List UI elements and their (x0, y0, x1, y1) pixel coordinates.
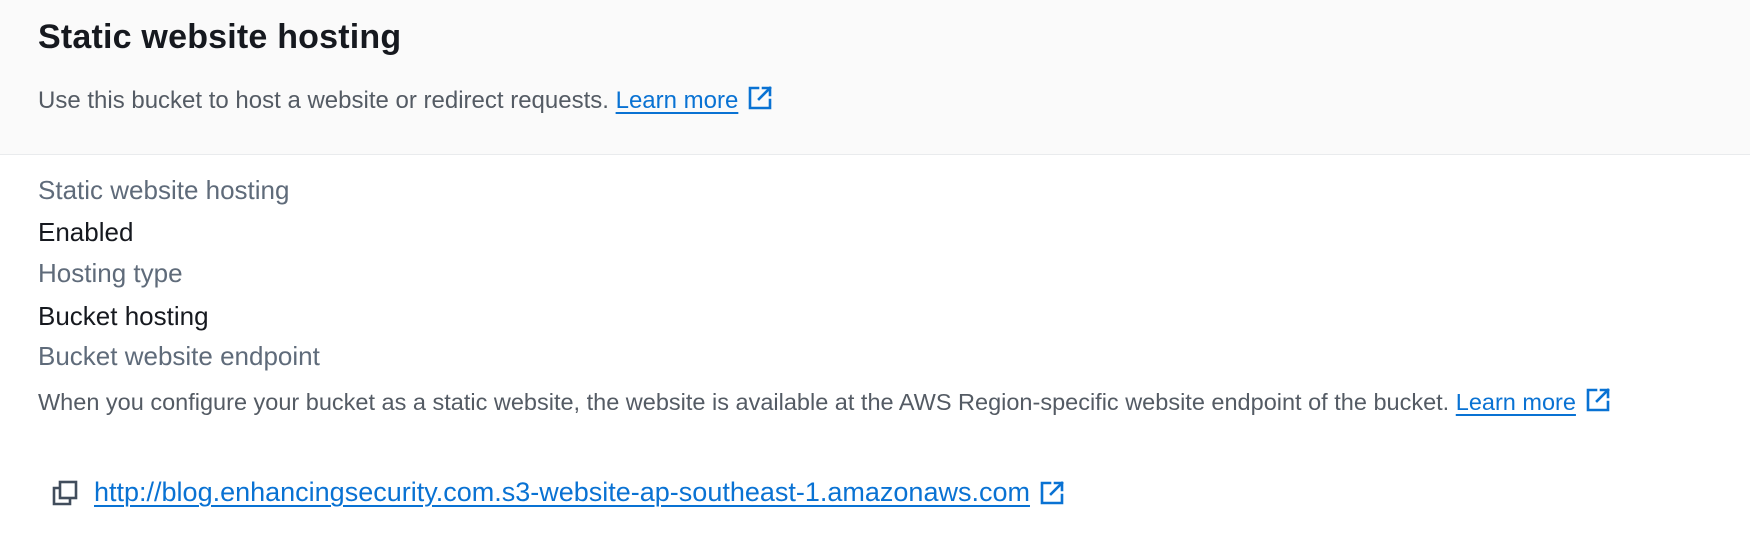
panel-title: Static website hosting (38, 18, 402, 56)
endpoint-row: http://blog.enhancingsecurity.com.s3-web… (50, 477, 1066, 508)
endpoint-learn-more-link[interactable]: Learn more (1456, 389, 1576, 415)
panel-description: Use this bucket to host a website or red… (38, 84, 774, 115)
endpoint-label: Bucket website endpoint (38, 341, 320, 371)
endpoint-description: When you configure your bucket as a stat… (38, 386, 1612, 416)
panel-header: Static website hosting Use this bucket t… (0, 0, 1750, 155)
external-link-icon[interactable] (1038, 479, 1066, 507)
panel-description-text: Use this bucket to host a website or red… (38, 87, 609, 114)
learn-more-link[interactable]: Learn more (616, 87, 739, 114)
copy-icon[interactable] (50, 478, 80, 508)
hosting-type-label: Hosting type (38, 258, 183, 288)
hosting-value: Enabled (38, 217, 134, 247)
hosting-type-value: Bucket hosting (38, 301, 209, 331)
hosting-label: Static website hosting (38, 175, 290, 205)
endpoint-url-link[interactable]: http://blog.enhancingsecurity.com.s3-web… (94, 477, 1030, 508)
external-link-icon[interactable] (746, 84, 774, 112)
external-link-icon[interactable] (1584, 386, 1612, 414)
endpoint-description-text: When you configure your bucket as a stat… (38, 389, 1450, 415)
